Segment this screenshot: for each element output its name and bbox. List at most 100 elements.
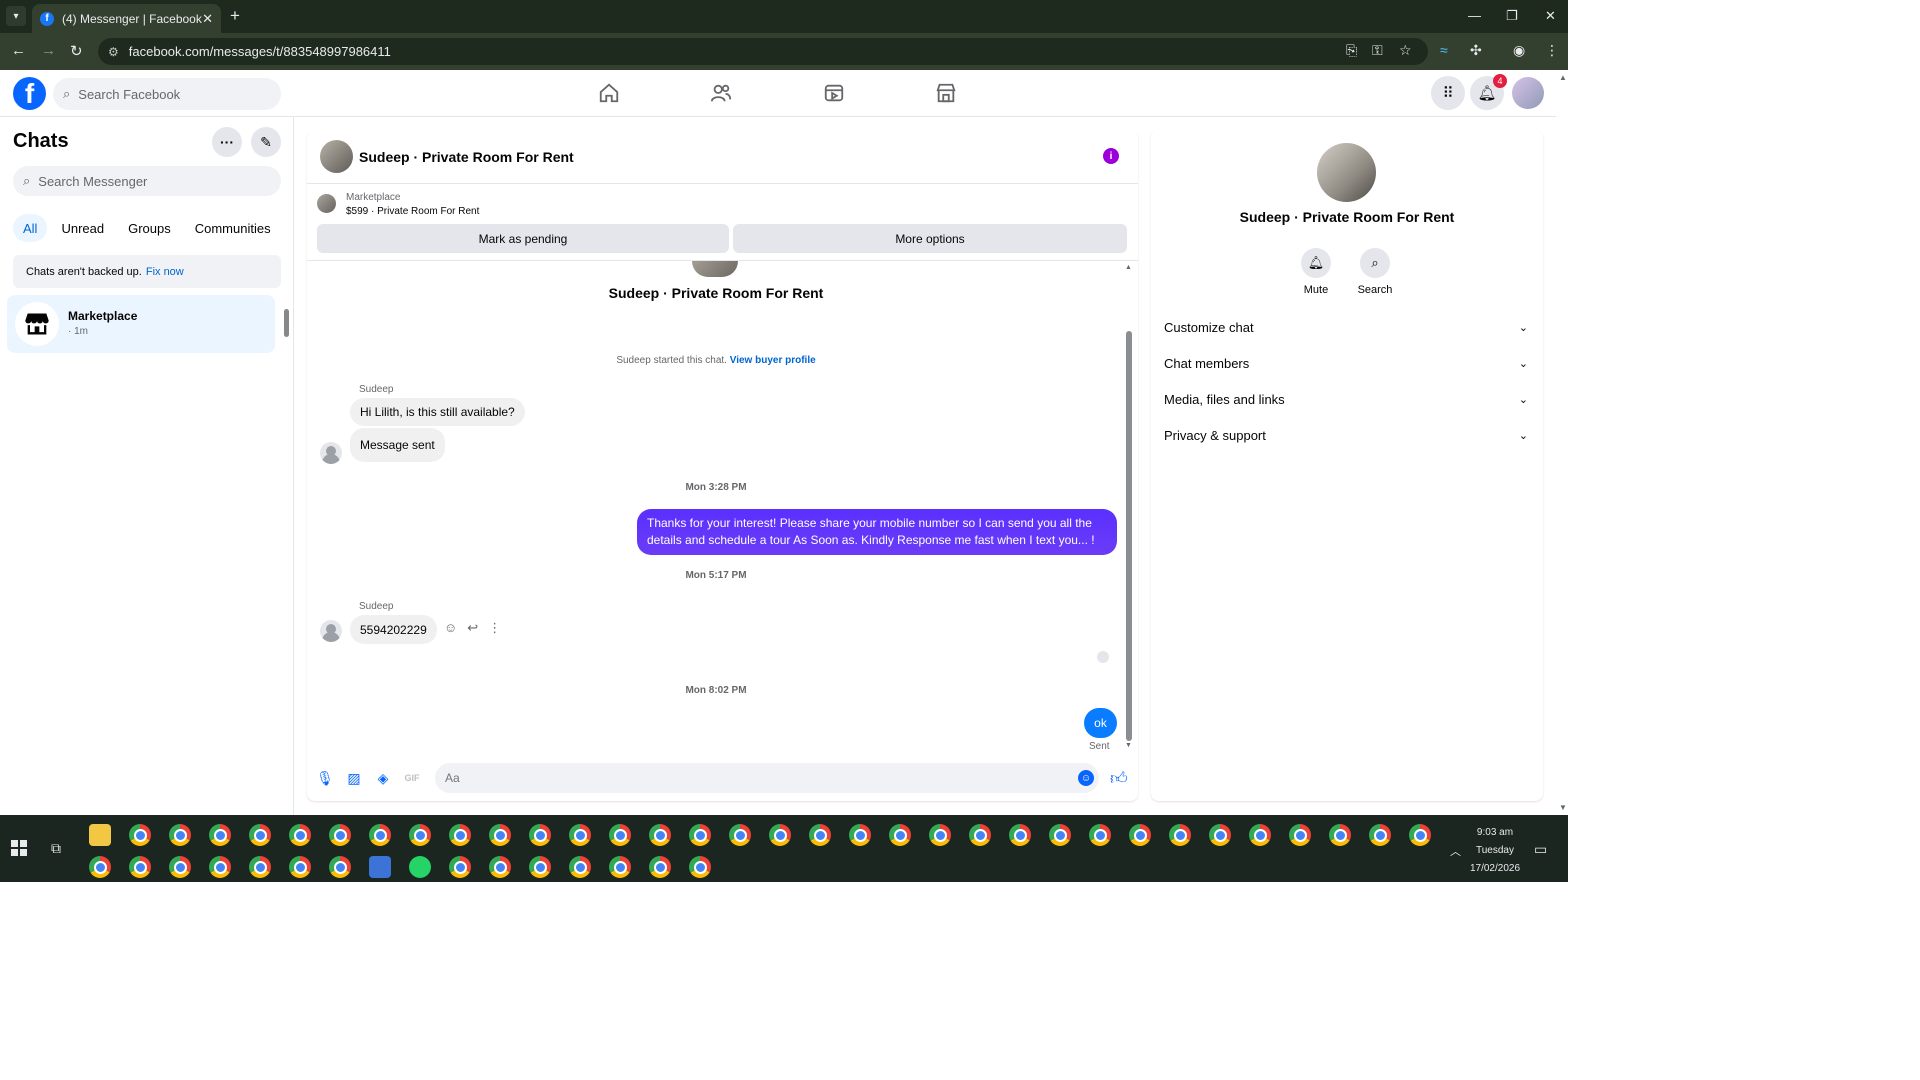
- chrome-icon[interactable]: [129, 824, 151, 846]
- close-window-button[interactable]: ✕: [1545, 8, 1556, 24]
- listing-title[interactable]: $599 · Private Room For Rent: [346, 206, 479, 217]
- thread-scroll-up-icon[interactable]: ▲: [1125, 264, 1132, 271]
- mark-as-pending-button[interactable]: Mark as pending: [317, 224, 729, 253]
- facebook-logo[interactable]: f: [13, 77, 46, 110]
- chats-options-button[interactable]: ···: [212, 127, 242, 157]
- chrome-icon[interactable]: [569, 856, 591, 878]
- more-actions-icon[interactable]: ⋮: [488, 620, 501, 636]
- emoji-icon[interactable]: ☺: [1078, 770, 1094, 786]
- file-explorer-icon[interactable]: [89, 824, 111, 846]
- page-scroll-up-icon[interactable]: ▲: [1559, 73, 1567, 82]
- chrome-icon[interactable]: [1409, 824, 1431, 846]
- chrome-icon[interactable]: [89, 856, 111, 878]
- chrome-icon[interactable]: [1009, 824, 1031, 846]
- chrome-icon[interactable]: [649, 824, 671, 846]
- reply-icon[interactable]: ↩: [467, 620, 478, 636]
- thread-scroll-down-icon[interactable]: ▼: [1125, 742, 1132, 749]
- chrome-icon[interactable]: [969, 824, 991, 846]
- react-emoji-icon[interactable]: ☺: [444, 620, 457, 636]
- chrome-icon[interactable]: [1209, 824, 1231, 846]
- view-buyer-profile-link[interactable]: View buyer profile: [730, 355, 816, 366]
- sender-avatar[interactable]: [320, 442, 342, 464]
- chrome-icon[interactable]: [569, 824, 591, 846]
- address-bar[interactable]: ⚙ facebook.com/messages/t/88354899798641…: [98, 38, 1428, 65]
- chrome-icon[interactable]: [249, 824, 271, 846]
- filter-groups[interactable]: Groups: [118, 214, 181, 242]
- messenger-search-input[interactable]: ⌕ Search Messenger: [13, 166, 281, 196]
- chrome-icon[interactable]: [329, 856, 351, 878]
- new-message-button[interactable]: ✎: [251, 127, 281, 157]
- sticker-icon[interactable]: ◈: [374, 769, 392, 787]
- reload-icon[interactable]: ↻: [70, 42, 83, 60]
- chrome-icon[interactable]: [289, 856, 311, 878]
- conversation-avatar[interactable]: [320, 140, 353, 173]
- account-avatar[interactable]: [1512, 77, 1544, 109]
- filter-unread[interactable]: Unread: [51, 214, 114, 242]
- windows-start-icon[interactable]: [11, 840, 27, 856]
- facebook-search-input[interactable]: ⌕ Search Facebook: [53, 78, 281, 110]
- chrome-icon[interactable]: [1169, 824, 1191, 846]
- calculator-icon[interactable]: [369, 856, 391, 878]
- minimize-button[interactable]: —: [1468, 8, 1481, 23]
- forward-icon[interactable]: →: [41, 42, 56, 59]
- fix-now-link[interactable]: Fix now: [146, 266, 184, 278]
- chrome-icon[interactable]: [649, 856, 671, 878]
- extension-icon[interactable]: ≈: [1440, 42, 1448, 58]
- back-icon[interactable]: ←: [11, 42, 26, 59]
- chrome-icon[interactable]: [889, 824, 911, 846]
- page-scroll-down-icon[interactable]: ▼: [1559, 803, 1567, 812]
- friends-icon[interactable]: [710, 82, 732, 107]
- browser-tab[interactable]: f (4) Messenger | Facebook ✕: [32, 4, 221, 33]
- chat-list-scroll-thumb[interactable]: [284, 309, 289, 337]
- chrome-icon[interactable]: [209, 824, 231, 846]
- chrome-icon[interactable]: [529, 856, 551, 878]
- chrome-icon[interactable]: [849, 824, 871, 846]
- task-view-icon[interactable]: ⧉: [51, 840, 61, 857]
- chrome-icon[interactable]: [929, 824, 951, 846]
- password-key-icon[interactable]: ⚿: [1372, 42, 1383, 59]
- chat-list-item[interactable]: Marketplace · 1m: [7, 295, 275, 353]
- bookmark-star-icon[interactable]: ☆: [1399, 42, 1412, 59]
- chrome-icon[interactable]: [1249, 824, 1271, 846]
- install-app-icon[interactable]: ⎘: [1346, 42, 1357, 59]
- filter-all[interactable]: All: [13, 214, 48, 242]
- marketplace-icon[interactable]: [935, 82, 957, 107]
- chrome-icon[interactable]: [1329, 824, 1351, 846]
- site-info-icon[interactable]: ⚙: [108, 45, 119, 59]
- chrome-icon[interactable]: [409, 824, 431, 846]
- attach-image-icon[interactable]: ▨: [345, 769, 363, 787]
- chrome-icon[interactable]: [329, 824, 351, 846]
- chrome-icon[interactable]: [689, 856, 711, 878]
- extensions-puzzle-icon[interactable]: ✣: [1470, 42, 1482, 59]
- menu-grid-icon[interactable]: ⠿: [1431, 76, 1465, 110]
- new-tab-button[interactable]: +: [230, 6, 240, 26]
- sender-avatar[interactable]: [320, 620, 342, 642]
- chrome-icon[interactable]: [249, 856, 271, 878]
- section-media-files-links[interactable]: Media, files and links ⌄: [1164, 381, 1530, 417]
- section-chat-members[interactable]: Chat members ⌄: [1164, 345, 1530, 381]
- chrome-icon[interactable]: [1129, 824, 1151, 846]
- chrome-icon[interactable]: [609, 856, 631, 878]
- chrome-icon[interactable]: [1089, 824, 1111, 846]
- section-customize-chat[interactable]: Customize chat ⌄: [1164, 309, 1530, 345]
- listing-thumbnail[interactable]: [317, 194, 336, 213]
- incoming-message[interactable]: Message sent: [350, 428, 445, 462]
- mute-button[interactable]: 🔔︎ Mute: [1291, 248, 1341, 296]
- home-icon[interactable]: [598, 82, 620, 107]
- gif-icon[interactable]: GIF: [403, 769, 421, 787]
- profile-icon[interactable]: ◉: [1513, 42, 1525, 59]
- chrome-icon[interactable]: [449, 856, 471, 878]
- chrome-icon[interactable]: [1289, 824, 1311, 846]
- chrome-icon[interactable]: [809, 824, 831, 846]
- details-avatar[interactable]: [1317, 143, 1376, 202]
- message-input[interactable]: [435, 763, 1099, 793]
- incoming-message[interactable]: Hi Lilith, is this still available?: [350, 398, 525, 426]
- close-tab-icon[interactable]: ✕: [202, 11, 213, 27]
- search-conversation-button[interactable]: ⌕ Search: [1350, 248, 1400, 296]
- more-options-button[interactable]: More options: [733, 224, 1127, 253]
- outgoing-message[interactable]: ok: [1084, 708, 1117, 738]
- thread-scroll-thumb[interactable]: [1126, 331, 1132, 741]
- chrome-icon[interactable]: [1049, 824, 1071, 846]
- chrome-icon[interactable]: [729, 824, 751, 846]
- section-privacy-support[interactable]: Privacy & support ⌄: [1164, 417, 1530, 453]
